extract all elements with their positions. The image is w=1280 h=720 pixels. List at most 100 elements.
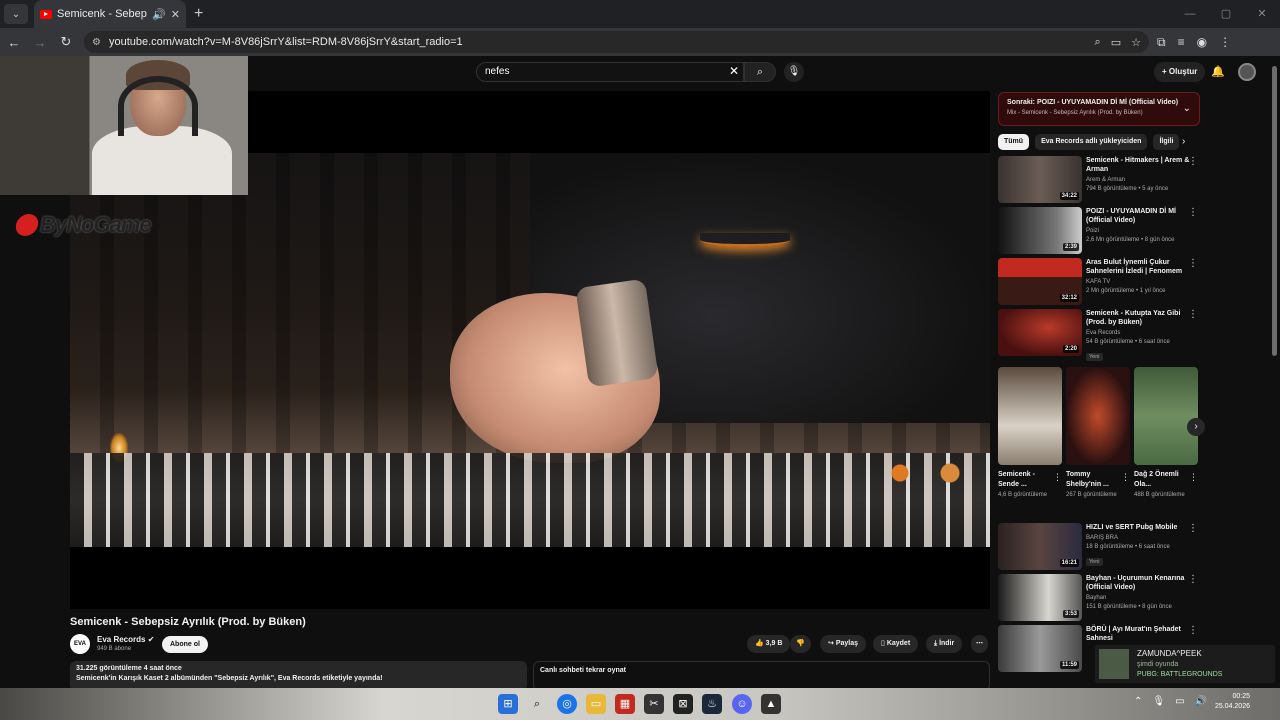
volume-icon[interactable]: 🔊 [1195, 696, 1207, 707]
cast-icon[interactable]: ▭ [1111, 36, 1121, 49]
browser-tab-bar: ⌄ Semicenk - Sebepsiz Ayrılık 🔊 ✕ + — ▢ … [0, 0, 1280, 28]
close-window-icon[interactable]: ✕ [1244, 0, 1280, 28]
more-actions-icon[interactable]: ⋯ [971, 635, 988, 653]
dislike-button[interactable]: 👎 [790, 635, 811, 653]
more-options-icon[interactable]: ⋮ [1188, 309, 1198, 320]
short-item[interactable]: Tommy Shelby'nin ... 267 B görüntüleme ⋮ [1066, 367, 1130, 500]
url-text: youtube.com/watch?v=M-8V86jSrrY&list=RDM… [108, 36, 463, 48]
zoom-icon[interactable]: ⌕ [1095, 36, 1101, 49]
video-frame [70, 153, 990, 547]
chevron-right-icon[interactable]: › [1182, 136, 1185, 147]
channel-name[interactable]: Eva Records ✔ [97, 635, 154, 644]
new-tab-icon[interactable]: + [194, 5, 203, 23]
video-thumbnail: 34:22 [998, 156, 1082, 203]
subscribe-button[interactable]: Abone ol [162, 636, 208, 653]
more-options-icon[interactable]: ⋮ [1188, 156, 1198, 167]
friend-notification[interactable]: ZAMUNDA^PEEK şimdi oyunda PUBG: BATTLEGR… [1095, 645, 1275, 683]
download-button[interactable]: ⤓ İndir [926, 635, 963, 653]
short-views: 488 B görüntüleme [1134, 492, 1185, 498]
more-options-icon[interactable]: ⋮ [1053, 472, 1062, 483]
short-item[interactable]: Dağ 2 Önemli Ola... 488 B görüntüleme ⋮ [1134, 367, 1198, 500]
voice-search-icon[interactable]: 🎙 [784, 62, 804, 82]
share-button[interactable]: ↪ Paylaş [820, 635, 867, 653]
app-icon[interactable]: ▦ [615, 694, 635, 714]
speaker-icon[interactable]: 🔊 [152, 8, 166, 21]
notifications-bell-icon[interactable]: 🔔 [1211, 65, 1225, 78]
rec-meta: 2,6 Mn görüntüleme • 8 gün önce [1086, 237, 1175, 243]
description-text: Semicenk'in Karışık Kaset 2 albümünden "… [76, 675, 383, 682]
more-options-icon[interactable]: ⋮ [1188, 258, 1198, 269]
up-next-mix: Mix - Semicenk - Sebepsiz Ayrılık (Prod.… [1007, 110, 1143, 116]
recommendation-item[interactable]: 2:39 POIZI - UYUYAMADIN Dİ Mİ (Official … [998, 207, 1200, 255]
xbox-icon[interactable]: ⊠ [673, 694, 693, 714]
maximize-icon[interactable]: ▢ [1208, 0, 1244, 28]
like-button[interactable]: 👍 3,9 B [747, 635, 791, 653]
bookmark-star-icon[interactable]: ☆ [1131, 36, 1141, 49]
stream-brand-logo: ByNoGame [14, 212, 152, 238]
description-box[interactable]: 31.225 görüntüleme 4 saat önce Semicenk'… [70, 661, 527, 688]
url-field[interactable]: ⚙ youtube.com/watch?v=M-8V86jSrrY&list=R… [84, 31, 1149, 53]
shorts-next-icon[interactable]: › [1187, 418, 1205, 436]
clear-search-icon[interactable]: ✕ [729, 64, 739, 78]
channel-avatar[interactable]: EVA [70, 634, 90, 654]
tab-search-icon[interactable]: ⌄ [4, 4, 28, 24]
more-options-icon[interactable]: ⋮ [1121, 472, 1130, 483]
video-thumbnail: 3:53 [998, 574, 1082, 621]
recommendation-item[interactable]: 2:20 Semicenk - Kutupta Yaz Gibi (Prod. … [998, 309, 1200, 361]
up-next-panel[interactable]: Sonraki: POIZI - UYUYAMADIN Dİ Mİ (Offic… [998, 92, 1200, 126]
search-taskbar-icon[interactable]: ⌕ [527, 694, 547, 714]
chevron-down-icon[interactable]: ⌄ [1183, 103, 1191, 114]
more-options-icon[interactable]: ⋮ [1189, 472, 1198, 483]
more-options-icon[interactable]: ⋮ [1188, 207, 1198, 218]
site-info-icon[interactable]: ⚙ [92, 37, 101, 48]
microphone-icon[interactable]: 🎙 [1152, 696, 1165, 707]
discord-icon[interactable]: ☺ [732, 694, 752, 714]
capcut-icon[interactable]: ✂ [644, 694, 664, 714]
forward-icon[interactable]: → [28, 35, 52, 50]
page-scrollbar[interactable] [1272, 66, 1277, 356]
account-avatar[interactable] [1238, 63, 1256, 81]
chip-uploader[interactable]: Eva Records adlı yükleyiciden [1035, 134, 1148, 150]
extensions-icon[interactable]: ⧉ [1157, 35, 1166, 50]
short-views: 267 B görüntüleme [1066, 492, 1117, 498]
app-icon[interactable]: ▲ [761, 694, 781, 714]
video-thumbnail: 32:12 [998, 258, 1082, 305]
more-options-icon[interactable]: ⋮ [1188, 574, 1198, 585]
windows-start-icon[interactable]: ⊞ [498, 694, 518, 714]
file-explorer-icon[interactable]: ▭ [586, 694, 606, 714]
recommendation-item[interactable]: 16:21 HIZLI ve SERT Pubg Mobile BARIŞ BRA… [998, 523, 1200, 571]
minimize-icon[interactable]: — [1172, 0, 1208, 28]
profile-icon[interactable]: ◉ [1197, 35, 1207, 50]
subscriber-count: 949 B abone [97, 646, 132, 652]
more-options-icon[interactable]: ⋮ [1188, 625, 1198, 636]
more-options-icon[interactable]: ⋮ [1188, 523, 1198, 534]
steam-icon[interactable]: ♨ [702, 694, 722, 714]
search-button[interactable]: ⌕ [744, 62, 776, 82]
new-badge: Yeni [1086, 558, 1103, 566]
recommendation-item[interactable]: 34:22 Semicenk - Hitmakers | Arem & Arma… [998, 156, 1200, 204]
network-icon[interactable]: ▭ [1175, 696, 1184, 707]
media-icon[interactable]: ≡ [1178, 35, 1185, 50]
short-item[interactable]: Semicenk - Sende ... 4,6 B görüntüleme ⋮ [998, 367, 1062, 500]
friend-avatar [1099, 649, 1129, 679]
browser-tab[interactable]: Semicenk - Sebepsiz Ayrılık 🔊 ✕ [34, 0, 186, 28]
wristwatch [575, 278, 659, 388]
recommendation-item[interactable]: 32:12 Aras Bulut İynemli Çukur Sahneleri… [998, 258, 1200, 306]
chip-all[interactable]: Tümü [998, 134, 1030, 150]
rec-title: Semicenk - Kutupta Yaz Gibi (Prod. by Bü… [1086, 310, 1181, 326]
chrome-icon[interactable]: ◎ [557, 694, 577, 714]
create-button[interactable]: + Oluştur [1154, 62, 1206, 82]
view-count: 31.225 görüntüleme 4 saat önce [76, 665, 182, 672]
dj-mixer [70, 453, 990, 547]
clock[interactable]: 00:25 25.04.2026 [1210, 692, 1250, 712]
chip-related[interactable]: İlgili [1153, 134, 1180, 150]
chevron-up-icon[interactable]: ⌃ [1134, 696, 1142, 707]
reload-icon[interactable]: ↻ [54, 34, 78, 50]
save-button[interactable]: ▯ Kaydet [873, 635, 919, 653]
short-title: Semicenk - Sende ... [998, 471, 1035, 488]
recommendation-item[interactable]: 3:53 Bayhan - Uçurumun Kenarına (Officia… [998, 574, 1200, 622]
search-input[interactable]: nefes [476, 62, 744, 82]
back-icon[interactable]: ← [2, 35, 26, 50]
menu-icon[interactable]: ⋮ [1219, 35, 1231, 50]
close-tab-icon[interactable]: ✕ [171, 8, 180, 21]
